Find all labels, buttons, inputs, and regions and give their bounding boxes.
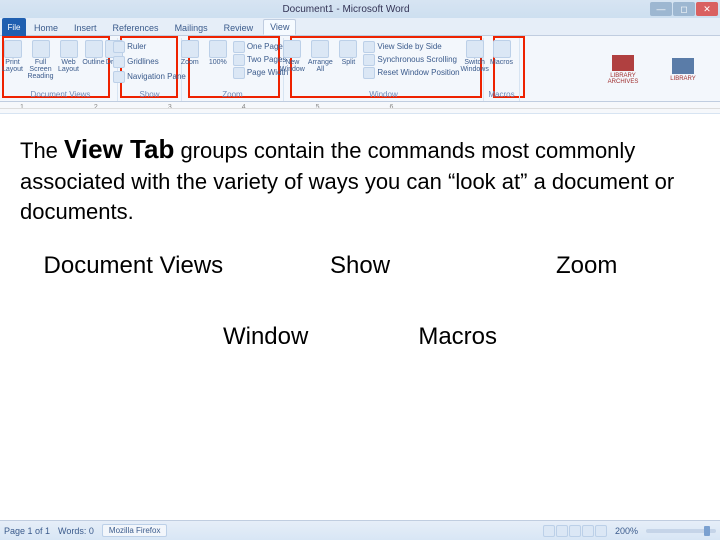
reset-icon <box>363 67 375 79</box>
tab-insert[interactable]: Insert <box>68 21 103 35</box>
group-zoom: Zoom 100% One Page Two Pages Page Width … <box>182 38 284 101</box>
macros-button[interactable]: Macros <box>489 40 515 66</box>
split-button[interactable]: Split <box>335 40 361 66</box>
page-icon <box>4 40 22 58</box>
taskbar-app[interactable]: Mozilla Firefox <box>102 524 168 537</box>
group-label: Show <box>139 90 159 100</box>
globe-icon <box>60 40 78 58</box>
group-label: Document Views <box>31 90 91 100</box>
label-show: Show <box>247 252 474 281</box>
navigation-pane-checkbox[interactable]: Navigation Pane <box>113 70 186 83</box>
outline-button[interactable]: Outline <box>84 40 104 66</box>
view-side-by-side-button[interactable]: View Side by Side <box>363 40 459 53</box>
reset-window-position-button[interactable]: Reset Window Position <box>363 66 459 79</box>
checkbox-icon <box>113 71 125 83</box>
two-pages-icon <box>233 54 245 66</box>
split-icon <box>339 40 357 58</box>
full-screen-reading-button[interactable]: Full Screen Reading <box>28 40 54 80</box>
label-window: Window <box>223 323 308 351</box>
zoom-button[interactable]: Zoom <box>177 40 203 66</box>
minimize-button[interactable]: — <box>650 2 672 16</box>
tab-view[interactable]: View <box>263 19 296 35</box>
gridlines-checkbox[interactable]: Gridlines <box>113 55 159 68</box>
group-window: New Window Arrange All Split View Side b… <box>284 38 484 101</box>
label-document-views: Document Views <box>20 252 247 281</box>
ribbon-tabs: File Home Insert References Mailings Rev… <box>0 18 720 36</box>
percent-icon <box>209 40 227 58</box>
switch-icon <box>466 40 484 58</box>
group-label: Macros <box>488 90 514 100</box>
zoom-level[interactable]: 200% <box>615 526 638 536</box>
explanation-paragraph: The View Tab groups contain the commands… <box>20 132 700 226</box>
building-icon <box>612 55 634 71</box>
library-logo: LIBRARY <box>658 50 708 90</box>
print-layout-button[interactable]: Print Layout <box>0 40 26 73</box>
status-bar: Page 1 of 1 Words: 0 Mozilla Firefox 200… <box>0 520 720 540</box>
shield-icon <box>672 58 694 74</box>
page-width-icon <box>233 67 245 79</box>
new-window-button[interactable]: New Window <box>279 40 305 73</box>
status-words[interactable]: Words: 0 <box>58 526 94 536</box>
group-macros: Macros Macros <box>484 38 520 101</box>
outline-icon <box>85 40 103 58</box>
tab-home[interactable]: Home <box>28 21 64 35</box>
maximize-button[interactable]: ◻ <box>673 2 695 16</box>
arrange-all-button[interactable]: Arrange All <box>307 40 333 73</box>
horizontal-ruler[interactable]: 1 2 3 4 5 6 <box>0 102 720 114</box>
macros-icon <box>493 40 511 58</box>
web-layout-button[interactable]: Web Layout <box>56 40 82 73</box>
group-label: Window <box>369 90 397 100</box>
labels-row-2: Window Macros <box>20 323 700 351</box>
document-area[interactable]: The View Tab groups contain the commands… <box>0 114 720 351</box>
full-screen-view-icon[interactable] <box>556 525 568 537</box>
book-icon <box>32 40 50 58</box>
window-title: Document1 - Microsoft Word <box>42 4 650 15</box>
title-bar: Document1 - Microsoft Word — ◻ ✕ <box>0 0 720 18</box>
group-document-views: Print Layout Full Screen Reading Web Lay… <box>4 38 118 101</box>
window-icon <box>283 40 301 58</box>
print-layout-view-icon[interactable] <box>543 525 555 537</box>
ruler-checkbox[interactable]: Ruler <box>113 40 146 53</box>
tab-references[interactable]: References <box>107 21 165 35</box>
view-buttons[interactable] <box>543 525 607 537</box>
label-macros: Macros <box>418 323 497 351</box>
zoom-slider[interactable] <box>646 529 716 533</box>
synchronous-scrolling-button[interactable]: Synchronous Scrolling <box>363 53 459 66</box>
web-view-icon[interactable] <box>569 525 581 537</box>
one-page-icon <box>233 41 245 53</box>
outline-view-icon[interactable] <box>582 525 594 537</box>
status-page[interactable]: Page 1 of 1 <box>4 526 50 536</box>
group-label: Zoom <box>222 90 242 100</box>
labels-row-1: Document Views Show Zoom <box>20 252 700 281</box>
tab-mailings[interactable]: Mailings <box>169 21 214 35</box>
library-archives-logo: LIBRARY ARCHIVES <box>598 50 648 90</box>
tab-review[interactable]: Review <box>218 21 260 35</box>
file-tab[interactable]: File <box>2 18 26 36</box>
magnifier-icon <box>181 40 199 58</box>
checkbox-icon <box>113 56 125 68</box>
ribbon: Print Layout Full Screen Reading Web Lay… <box>0 36 720 102</box>
label-zoom: Zoom <box>473 252 700 281</box>
side-by-side-icon <box>363 41 375 53</box>
sync-scroll-icon <box>363 54 375 66</box>
draft-view-icon[interactable] <box>595 525 607 537</box>
logo-area: LIBRARY ARCHIVES LIBRARY <box>598 38 716 101</box>
arrange-icon <box>311 40 329 58</box>
hundred-percent-button[interactable]: 100% <box>205 40 231 66</box>
group-show: Ruler Gridlines Navigation Pane Show <box>118 38 182 101</box>
close-button[interactable]: ✕ <box>696 2 718 16</box>
checkbox-icon <box>113 41 125 53</box>
